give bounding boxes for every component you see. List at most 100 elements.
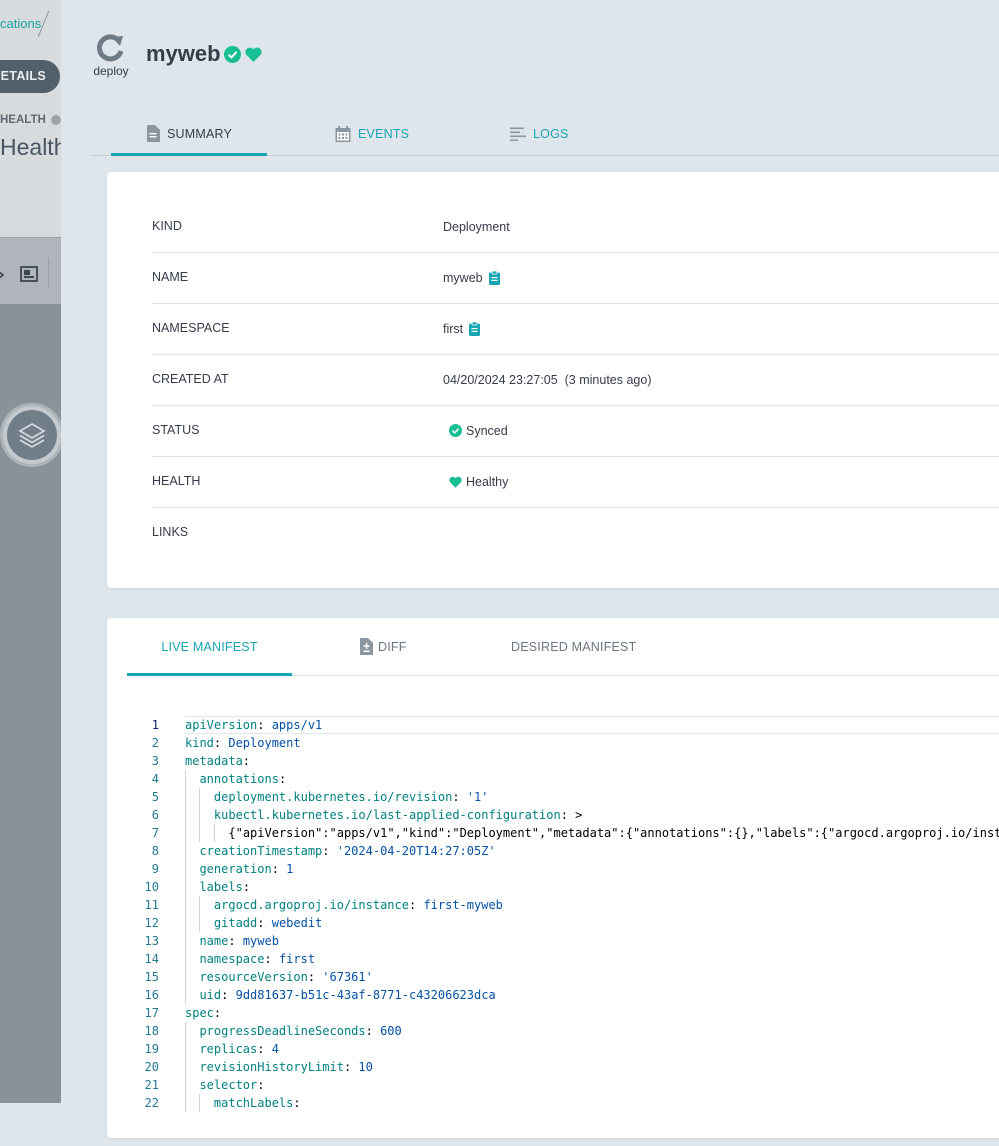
code-text: metadata: (185, 754, 251, 768)
yaml-value: 600 (380, 1024, 402, 1038)
code-text: name: myweb (199, 934, 279, 948)
yaml-value: 1 (286, 862, 294, 876)
line-number: 14 (144, 952, 159, 966)
summary-row-health: HEALTH Healthy (152, 456, 999, 508)
code-text: resourceVersion: '67361' (199, 970, 373, 984)
tab-logs[interactable]: LOGS (510, 112, 569, 155)
line-number: 21 (144, 1078, 159, 1092)
tab-diff-label: DIFF (378, 639, 407, 654)
copy-clipboard-icon[interactable] (469, 321, 481, 336)
toolbar-divider (48, 258, 49, 288)
yaml-key: spec (185, 1006, 214, 1020)
line-number: 8 (151, 844, 159, 858)
copy-clipboard-icon[interactable] (488, 270, 500, 285)
yaml-value: first (278, 952, 316, 966)
indent-guide (185, 860, 186, 878)
code-line: 3 metadata: (107, 752, 999, 770)
toolbar-icon[interactable] (0, 268, 5, 282)
tab-desired-manifest[interactable]: DESIRED MANIFEST (511, 618, 636, 675)
tab-summary[interactable]: SUMMARY (111, 112, 267, 156)
summary-key: NAMESPACE (152, 321, 230, 335)
yaml-value: webedit (271, 916, 323, 930)
breadcrumb-applications[interactable]: cations (0, 16, 41, 31)
yaml-key: apiVersion (185, 718, 258, 732)
code-line: 22 matchLabels: (107, 1094, 999, 1112)
yaml-key: progressDeadlineSeconds (199, 1024, 366, 1038)
namespace-value: first (443, 321, 464, 336)
indent-guide (185, 788, 186, 806)
app-node[interactable] (0, 403, 61, 467)
code-text: uid: 9dd81637-b51c-43af-8771-c43206623dc… (199, 988, 496, 1002)
indent-guide (185, 806, 186, 824)
code-line: 11 argocd.argoproj.io/instance: first-myw… (107, 896, 999, 914)
health-value: Healthy (466, 474, 509, 489)
created-at-value: 04/20/2024 23:27:05 (3 minutes ago) (443, 372, 652, 387)
code-line: 20 revisionHistoryLimit: 10 (107, 1058, 999, 1076)
summary-card: KIND Deployment NAME myweb NAMESPACE fir… (107, 172, 999, 588)
line-number: 17 (144, 1006, 159, 1020)
manifest-editor[interactable]: 1 apiVersion: apps/v1 2 kind: Deployment 3 me… (107, 716, 999, 1146)
summary-key: CREATED AT (152, 372, 229, 386)
document-icon (146, 125, 160, 142)
yaml-key: selector (199, 1078, 258, 1092)
yaml-key: creationTimestamp (199, 844, 323, 858)
indent-guide (185, 968, 186, 986)
code-text: annotations: (199, 772, 287, 786)
yaml-key: gitadd (213, 916, 258, 930)
yaml-value: Deployment (228, 736, 301, 750)
summary-row-links: LINKS (152, 507, 999, 558)
status-value: Synced (466, 423, 508, 438)
indent-guide (185, 1094, 186, 1112)
app-health-label-text: HEALTH (0, 114, 46, 126)
summary-key: LINKS (152, 525, 189, 539)
line-number: 22 (144, 1096, 159, 1110)
tab-live-manifest-label: LIVE MANIFEST (161, 639, 258, 654)
summary-row-namespace: NAMESPACE first (152, 303, 999, 355)
line-number: 6 (151, 808, 159, 822)
summary-row-status: STATUS Synced (152, 405, 999, 457)
yaml-key: generation (199, 862, 272, 876)
tab-diff[interactable]: DIFF (360, 618, 407, 675)
details-button[interactable]: DETAILS (0, 60, 60, 93)
tab-events-label: EVENTS (358, 126, 410, 141)
yaml-value: myweb (242, 934, 279, 948)
yaml-key: resourceVersion (199, 970, 308, 984)
healthy-heart-icon (449, 476, 462, 488)
yaml-value: {"apiVersion":"apps/v1","kind":"Deployme… (228, 826, 999, 840)
resource-title: myweb (146, 41, 221, 66)
summary-value: Healthy (443, 456, 508, 507)
yaml-key: annotations (199, 772, 279, 786)
code-line: 8 creationTimestamp: '2024-04-20T14:27:05… (107, 842, 999, 860)
indent-guide (185, 914, 186, 932)
layers-icon (7, 410, 57, 460)
code-line: 21 selector: (107, 1076, 999, 1094)
line-number: 10 (144, 880, 159, 894)
yaml-key: metadata (185, 754, 243, 768)
network-view-icon[interactable] (20, 266, 38, 282)
indent-guide (185, 1076, 186, 1094)
active-tab-indicator (127, 673, 292, 676)
healthy-heart-icon (245, 47, 262, 67)
tab-summary-label: SUMMARY (166, 126, 233, 141)
code-text: replicas: 4 (199, 1042, 279, 1056)
summary-value: Deployment (443, 201, 510, 252)
yaml-value: apps/v1 (271, 718, 323, 732)
tab-live-manifest[interactable]: LIVE MANIFEST (127, 618, 292, 676)
status-badges (224, 46, 262, 68)
name-value: myweb (443, 270, 483, 285)
summary-key: STATUS (152, 423, 200, 437)
code-text: spec: (185, 1006, 222, 1020)
code-text: labels: (199, 880, 251, 894)
tab-events[interactable]: EVENTS (335, 112, 409, 155)
indent-guide (199, 824, 201, 842)
summary-row-name: NAME myweb (152, 252, 999, 304)
yaml-value: > (575, 808, 583, 822)
align-left-icon (510, 127, 526, 141)
code-line: 15 resourceVersion: '67361' (107, 968, 999, 986)
yaml-key: kubectl.kubernetes.io/last-applied-confi… (213, 808, 561, 822)
active-tab-indicator (111, 153, 267, 156)
line-number: 9 (151, 862, 159, 876)
summary-value: first (443, 303, 481, 354)
synced-icon (224, 46, 241, 68)
code-text: apiVersion: apps/v1 (185, 718, 323, 732)
